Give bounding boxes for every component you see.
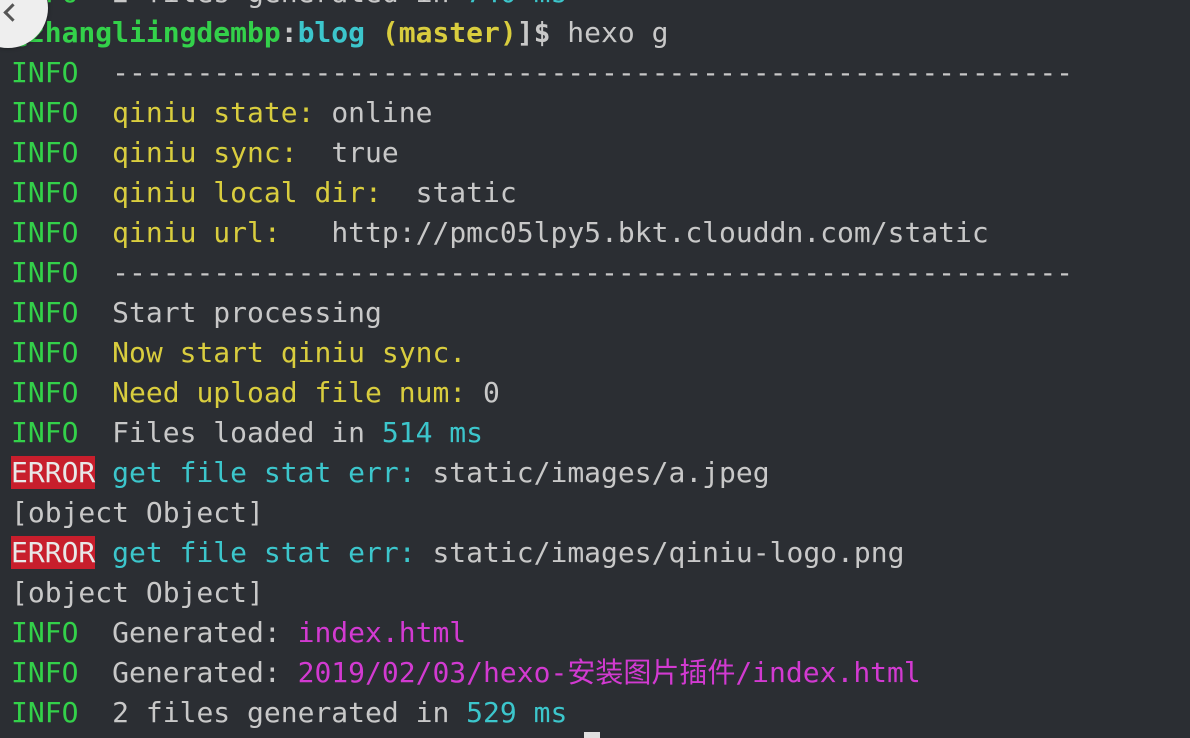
terminal-line: [object Object] [11, 573, 1190, 613]
log-message-part: Start processing [112, 296, 382, 329]
terminal-line: INFO qiniu state: online [11, 93, 1190, 133]
log-message-part: qiniu sync: [112, 136, 332, 169]
log-message-part: [object Object] [11, 496, 264, 529]
log-message-part: get file stat err: [112, 456, 433, 489]
log-message-part: index.html [297, 616, 467, 649]
log-message-part: 2 files generated in [112, 0, 466, 9]
log-level-error: ERROR [11, 536, 96, 569]
log-message-part: qiniu local dir: [112, 176, 416, 209]
log-message-part: ----------------------------------------… [112, 256, 1074, 289]
prompt-branch: (master) [365, 16, 517, 49]
log-message-part: qiniu state: [112, 96, 332, 129]
terminal-line: [object Object] [11, 493, 1190, 533]
log-message-part: 740 ms [466, 0, 567, 9]
terminal-output: INFO 2 files generated in 740 ms@zhangli… [11, 0, 1190, 733]
log-message-part: Now start qiniu sync. [112, 336, 467, 369]
log-message-part: 2 files generated in [112, 696, 467, 729]
log-message-part: 0 [483, 376, 500, 409]
log-message-part: Need upload file num: [112, 376, 484, 409]
terminal-line: INFO qiniu local dir: static [11, 173, 1190, 213]
terminal-line: INFO -----------------------------------… [11, 53, 1190, 93]
log-message-part: 529 ms [466, 696, 568, 729]
terminal-line: ERROR get file stat err: static/images/a… [11, 453, 1190, 493]
terminal-line: INFO Now start qiniu sync. [11, 333, 1190, 373]
terminal-line: INFO 2 files generated in 740 ms [11, 0, 1190, 13]
log-level-info: INFO [11, 416, 79, 449]
terminal-line: INFO 2 files generated in 529 ms [11, 693, 1190, 733]
terminal-line: INFO Generated: index.html [11, 613, 1190, 653]
log-level-info: INFO [11, 96, 79, 129]
log-message-part: true [331, 136, 399, 169]
log-level-info: INFO [11, 336, 79, 369]
log-level-error: ERROR [11, 456, 96, 489]
log-message-part: [object Object] [11, 576, 264, 609]
log-message-part: Generated: [112, 656, 298, 689]
chevron-left-icon [3, 3, 22, 22]
log-level-info: INFO [11, 296, 79, 329]
log-message-part: get file stat err: [112, 536, 433, 569]
log-message-part: 2019/02/03/hexo-安装图片插件/index.html [297, 656, 921, 689]
prompt-separator: : [280, 16, 298, 49]
terminal-line: INFO Generated: 2019/02/03/hexo-安装图片插件/i… [11, 653, 1190, 693]
log-message-part: ----------------------------------------… [112, 56, 1074, 89]
log-message-part: Generated: [112, 616, 298, 649]
terminal-line: ERROR get file stat err: static/images/q… [11, 533, 1190, 573]
terminal-line: INFO qiniu url: http://pmc05lpy5.bkt.clo… [11, 213, 1190, 253]
log-level-info: INFO [11, 256, 79, 289]
log-level-info: INFO [11, 656, 79, 689]
log-message-part: qiniu url: [112, 216, 332, 249]
log-message-part: online [331, 96, 433, 129]
terminal-line: @zhangliingdembp:blog (master)]$ hexo g [11, 13, 1190, 53]
log-message-part: 514 ms [381, 416, 484, 449]
log-message-part: Files loaded in [112, 416, 382, 449]
log-level-info: INFO [11, 136, 79, 169]
log-level-info: INFO [11, 176, 79, 209]
command-text: hexo g [550, 16, 669, 49]
log-message-part: http://pmc05lpy5.bkt.clouddn.com/static [331, 216, 989, 249]
log-level-info: INFO [11, 376, 79, 409]
prompt-user: @zhangliingdembp [11, 16, 281, 49]
log-message-part: static [415, 176, 517, 209]
terminal-line: INFO Start processing [11, 293, 1190, 333]
log-message-part: static/images/qiniu-logo.png [432, 536, 905, 569]
prompt-directory: blog [297, 16, 366, 49]
terminal-cursor [584, 732, 600, 738]
terminal-line: INFO Files loaded in 514 ms [11, 413, 1190, 453]
terminal-line: INFO -----------------------------------… [11, 253, 1190, 293]
log-level-info: INFO [11, 616, 79, 649]
log-message-part: static/images/a.jpeg [432, 456, 770, 489]
terminal-line: INFO Need upload file num: 0 [11, 373, 1190, 413]
prompt-symbol: ]$ [516, 16, 551, 49]
terminal-window[interactable]: INFO 2 files generated in 740 ms@zhangli… [0, 0, 1190, 738]
log-level-info: INFO [11, 216, 79, 249]
log-level-info: INFO [11, 696, 79, 729]
terminal-line: INFO qiniu sync: true [11, 133, 1190, 173]
log-level-info: INFO [11, 56, 79, 89]
